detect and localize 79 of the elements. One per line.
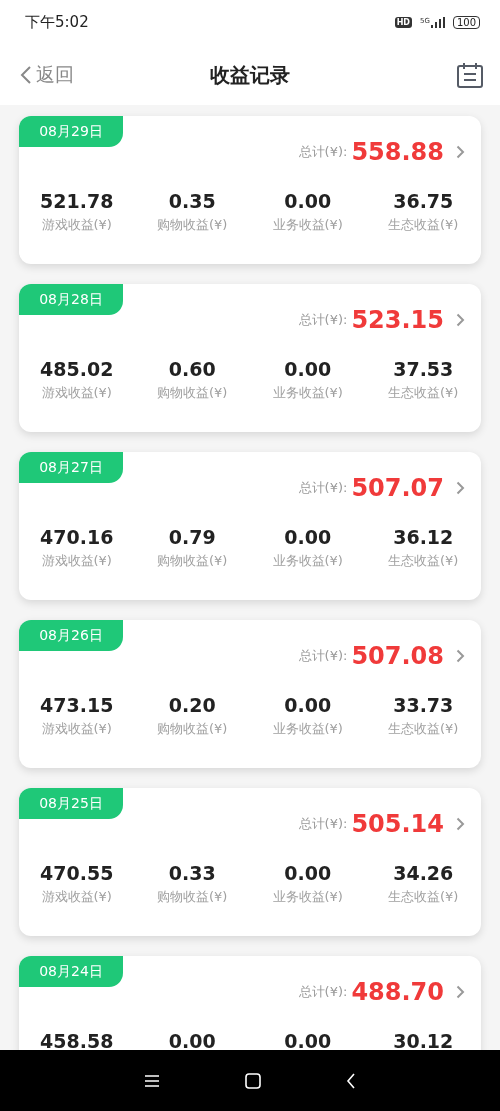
amount-label: 游戏收益(¥) <box>41 384 112 402</box>
signal-icon <box>430 17 445 28</box>
amount-label: 购物收益(¥) <box>157 216 228 234</box>
date-badge: 08月25日 <box>19 788 123 819</box>
chevron-right-icon[interactable] <box>456 649 465 663</box>
total-label: 总计(¥): <box>298 143 348 161</box>
amount-label: 生态收益(¥) <box>388 216 459 234</box>
amount-value: 36.12 <box>393 526 454 548</box>
date-badge: 08月24日 <box>19 956 123 987</box>
amount-label: 购物收益(¥) <box>157 720 228 738</box>
date-badge: 08月26日 <box>19 620 123 651</box>
total-amount: 505.14 <box>351 810 444 838</box>
amount-label: 购物收益(¥) <box>157 384 228 402</box>
amount-label: 业务收益(¥) <box>272 888 343 906</box>
amount-value: 0.00 <box>168 1030 216 1050</box>
amount-label: 业务收益(¥) <box>272 384 343 402</box>
amount-label: 业务收益(¥) <box>272 552 343 570</box>
hd-indicator: HD <box>394 17 412 28</box>
chevron-left-icon <box>20 65 32 85</box>
amount-value: 0.00 <box>284 526 332 548</box>
amount-label: 游戏收益(¥) <box>41 552 112 570</box>
amount-value: 33.73 <box>393 694 454 716</box>
amount-label: 生态收益(¥) <box>388 888 459 906</box>
total-label: 总计(¥): <box>298 815 348 833</box>
back-icon[interactable] <box>346 1072 356 1089</box>
status-time: 下午5:02 <box>25 13 89 32</box>
chevron-right-icon[interactable] <box>456 313 465 327</box>
amount-label: 购物收益(¥) <box>157 552 228 570</box>
amount-value: 0.60 <box>168 358 216 380</box>
battery-indicator: 100 <box>452 16 480 29</box>
chevron-right-icon[interactable] <box>456 817 465 831</box>
amount-value: 485.02 <box>40 358 114 380</box>
total-label: 总计(¥): <box>298 647 348 665</box>
amount-value: 521.78 <box>40 190 114 212</box>
amount-label: 业务收益(¥) <box>272 720 343 738</box>
amount-value: 458.58 <box>40 1030 114 1050</box>
date-badge: 08月29日 <box>19 116 123 147</box>
amount-label: 游戏收益(¥) <box>41 720 112 738</box>
amount-value: 0.00 <box>284 190 332 212</box>
total-label: 总计(¥): <box>298 311 348 329</box>
back-button[interactable]: 返回 <box>20 62 74 88</box>
amount-label: 游戏收益(¥) <box>41 216 112 234</box>
amount-value: 0.00 <box>284 862 332 884</box>
amount-label: 生态收益(¥) <box>388 720 459 738</box>
chevron-right-icon[interactable] <box>456 145 465 159</box>
total-amount: 507.08 <box>351 642 444 670</box>
home-icon[interactable] <box>245 1072 261 1089</box>
amount-label: 生态收益(¥) <box>388 552 459 570</box>
amount-value: 470.55 <box>40 862 114 884</box>
date-badge: 08月28日 <box>19 284 123 315</box>
total-amount: 488.70 <box>351 978 444 1006</box>
chevron-right-icon[interactable] <box>456 985 465 999</box>
amount-label: 游戏收益(¥) <box>41 888 112 906</box>
date-badge: 08月27日 <box>19 452 123 483</box>
amount-value: 0.00 <box>284 358 332 380</box>
amount-value: 0.35 <box>168 190 216 212</box>
amount-label: 业务收益(¥) <box>272 216 343 234</box>
amount-value: 0.00 <box>284 1030 332 1050</box>
total-amount: 558.88 <box>351 138 444 166</box>
amount-value: 473.15 <box>40 694 114 716</box>
page-title: 收益记录 <box>210 62 290 87</box>
amount-value: 37.53 <box>393 358 454 380</box>
amount-value: 0.20 <box>168 694 216 716</box>
amount-value: 30.12 <box>393 1030 454 1050</box>
total-label: 总计(¥): <box>298 983 348 1001</box>
total-label: 总计(¥): <box>298 479 348 497</box>
chevron-right-icon[interactable] <box>456 481 465 495</box>
amount-value: 0.00 <box>284 694 332 716</box>
calendar-icon[interactable] <box>456 61 484 89</box>
amount-value: 0.79 <box>168 526 216 548</box>
amount-value: 36.75 <box>393 190 454 212</box>
total-amount: 523.15 <box>351 306 444 334</box>
menu-icon[interactable] <box>144 1073 160 1088</box>
total-amount: 507.07 <box>351 474 444 502</box>
amount-value: 34.26 <box>393 862 454 884</box>
amount-label: 购物收益(¥) <box>157 888 228 906</box>
amount-value: 470.16 <box>40 526 114 548</box>
amount-label: 生态收益(¥) <box>388 384 459 402</box>
amount-value: 0.33 <box>168 862 216 884</box>
